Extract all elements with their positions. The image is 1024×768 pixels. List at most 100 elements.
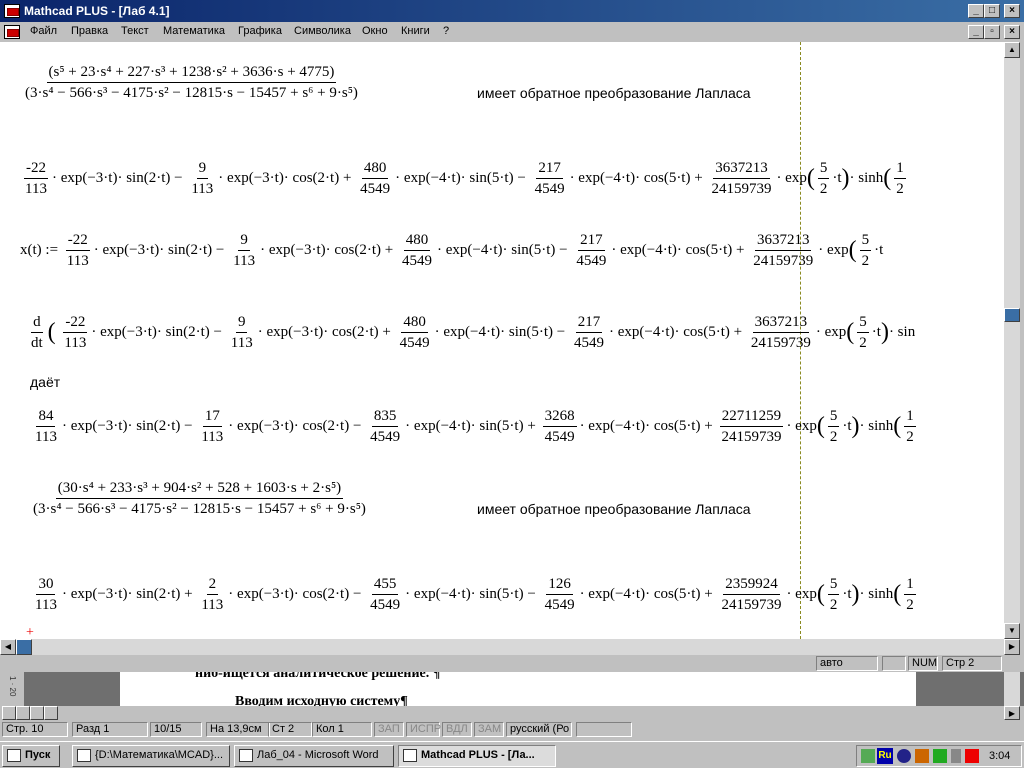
ws-rec[interactable]: ЗАП xyxy=(374,722,404,737)
scroll-down-arrow-icon[interactable]: ▼ xyxy=(1004,623,1020,639)
task-explorer[interactable]: {D:\Математика\MCAD}... xyxy=(72,745,230,767)
tray-battery-icon[interactable] xyxy=(951,749,961,763)
math-term: · sinh xyxy=(849,169,884,186)
math-term: 5 xyxy=(817,158,830,179)
paren: ) xyxy=(851,581,860,607)
scroll-right-arrow-icon[interactable]: ▶ xyxy=(1004,639,1020,655)
math-term: 1 xyxy=(904,574,916,595)
math-term: 5 xyxy=(827,574,840,595)
window-title: Mathcad PLUS - [Лаб 4.1] xyxy=(24,4,170,18)
online-view-icon[interactable] xyxy=(16,706,30,720)
word-vertical-scrollbar[interactable] xyxy=(1004,672,1020,706)
math-term: 217 xyxy=(536,158,563,179)
vertical-scroll-thumb[interactable] xyxy=(1004,308,1020,322)
word-horizontal-scrollbar[interactable]: ▶ xyxy=(0,706,1024,721)
menu-text[interactable]: Текст xyxy=(121,25,149,37)
label-text: Mathcad PLUS - [Ла... xyxy=(421,749,535,761)
tray-mail-icon[interactable] xyxy=(965,749,979,763)
calc-mode: авто xyxy=(816,656,878,671)
ws-ovr[interactable]: ЗАМ xyxy=(474,722,504,737)
fraction: 480 4549 xyxy=(358,158,392,199)
task-word[interactable]: Лаб_04 - Microsoft Word xyxy=(234,745,394,767)
vertical-scrollbar[interactable]: ▲ ▼ xyxy=(1004,42,1020,639)
math-term: 3637213 xyxy=(713,158,770,179)
minimize-button[interactable]: _ xyxy=(968,4,984,18)
menu-file[interactable]: Файл xyxy=(30,25,57,37)
doc-restore-button[interactable]: ▫ xyxy=(984,25,1000,39)
math-term: d xyxy=(31,312,43,333)
language-indicator[interactable]: Ru xyxy=(877,748,893,764)
start-button[interactable]: Пуск xyxy=(2,745,60,767)
math-term: · sinh xyxy=(859,585,894,602)
math-term: 3637213 xyxy=(752,312,810,333)
math-term: 4549 xyxy=(399,335,430,351)
fraction: 52 xyxy=(827,574,840,615)
math-term: 4549 xyxy=(360,181,391,197)
close-button[interactable]: × xyxy=(1004,4,1020,18)
label-text: {D:\Математика\MCAD}... xyxy=(95,749,224,761)
math-term: 1 xyxy=(894,158,906,179)
mathcad-app-icon[interactable] xyxy=(4,4,20,18)
laplace-expression-1[interactable]: (s⁵ + 23·s⁴ + 227·s³ + 1238·s² + 3636·s … xyxy=(20,62,363,103)
math-term: 4549 xyxy=(573,335,604,351)
menu-graphics[interactable]: Графика xyxy=(238,25,282,37)
math-term: -22 xyxy=(65,230,90,251)
doc-close-button[interactable]: × xyxy=(1004,25,1020,39)
math-term: 480 xyxy=(401,312,428,333)
math-term: -22 xyxy=(63,312,88,333)
tray-volume-icon[interactable] xyxy=(915,749,929,763)
ws-ext[interactable]: ВДЛ xyxy=(442,722,472,737)
inverse-result-1[interactable]: -22 113 · exp(−3·t)· sin(2·t) − 9 113 · exp(… xyxy=(20,158,909,199)
outline-view-icon[interactable] xyxy=(44,706,58,720)
derivative-expression[interactable]: d dt( -22 113 · exp(−3·t)· sin(2·t) − 9 113 ·… xyxy=(26,312,915,353)
scroll-up-arrow-icon[interactable]: ▲ xyxy=(1004,42,1020,58)
math-term: · exp(−4·t)· cos(5·t) + xyxy=(608,323,743,340)
laplace-label-1: имеет обратное преобразование Лапласа xyxy=(477,85,751,101)
menu-help[interactable]: ? xyxy=(443,25,449,37)
page-view-icon[interactable] xyxy=(30,706,44,720)
inverse-result-2[interactable]: 30 113 · exp(−3·t)· sin(2·t) + 2 113 · exp(−… xyxy=(30,574,919,615)
word-page[interactable]: ниб-ищется аналитическое решение. ¶ Ввод… xyxy=(120,672,916,706)
math-term: · exp xyxy=(786,417,817,434)
ws-trk[interactable]: ИСПР xyxy=(406,722,441,737)
tray-network-icon[interactable] xyxy=(897,749,911,763)
laplace-expression-2[interactable]: (30·s⁴ + 233·s³ + 904·s² + 528 + 1603·s … xyxy=(28,478,371,519)
derivative-result[interactable]: 84 113 · exp(−3·t)· sin(2·t) − 17 113 · exp(… xyxy=(30,406,919,447)
fraction: -22 113 xyxy=(23,158,49,199)
menu-math[interactable]: Математика xyxy=(163,25,225,37)
math-term: 5 xyxy=(857,312,869,333)
word-scroll-right-arrow-icon[interactable]: ▶ xyxy=(1004,706,1020,720)
math-term: 113 xyxy=(191,181,214,197)
worksheet[interactable]: (s⁵ + 23·s⁴ + 227·s³ + 1238·s² + 3636·s … xyxy=(0,42,1004,639)
tray-check-icon[interactable] xyxy=(933,749,947,763)
normal-view-icon[interactable] xyxy=(2,706,16,720)
clock[interactable]: 3:04 xyxy=(989,750,1010,762)
menu-window[interactable]: Окно xyxy=(362,25,388,37)
math-term: 113 xyxy=(201,597,224,613)
menu-books[interactable]: Книги xyxy=(401,25,430,37)
menu-symbolics[interactable]: Символика xyxy=(294,25,351,37)
math-term: 126 xyxy=(546,574,573,595)
spelling-book-icon[interactable] xyxy=(576,722,632,737)
horizontal-scroll-thumb[interactable] xyxy=(16,639,32,655)
math-term: · exp xyxy=(818,241,849,258)
paren: ( xyxy=(816,581,825,607)
math-term: · exp(−4·t)· cos(5·t) + xyxy=(579,585,713,602)
fraction: 3637213 24159739 xyxy=(749,312,813,353)
math-term: 113 xyxy=(66,253,89,269)
doc-minimize-button[interactable]: _ xyxy=(968,25,984,39)
fraction: (s⁵ + 23·s⁴ + 227·s³ + 1238·s² + 3636·s … xyxy=(23,62,360,103)
task-mathcad[interactable]: Mathcad PLUS - [Ла... xyxy=(398,745,556,767)
document-icon[interactable] xyxy=(4,25,20,39)
xt-definition[interactable]: x(t) := -22 113 · exp(−3·t)· sin(2·t) − 91… xyxy=(20,230,883,271)
menu-edit[interactable]: Правка xyxy=(71,25,108,37)
scroll-left-arrow-icon[interactable]: ◀ xyxy=(0,639,16,655)
math-term: 455 xyxy=(371,574,399,595)
tray-app-icon[interactable] xyxy=(861,749,875,763)
math-term: ·t xyxy=(871,323,881,340)
paren: ( xyxy=(806,165,815,191)
fraction: (30·s⁴ + 233·s³ + 904·s² + 528 + 1603·s … xyxy=(31,478,368,519)
math-term: 24159739 xyxy=(721,429,782,445)
horizontal-scrollbar[interactable]: ◀ ▶ xyxy=(0,639,1020,655)
maximize-button[interactable]: □ xyxy=(984,4,1000,18)
